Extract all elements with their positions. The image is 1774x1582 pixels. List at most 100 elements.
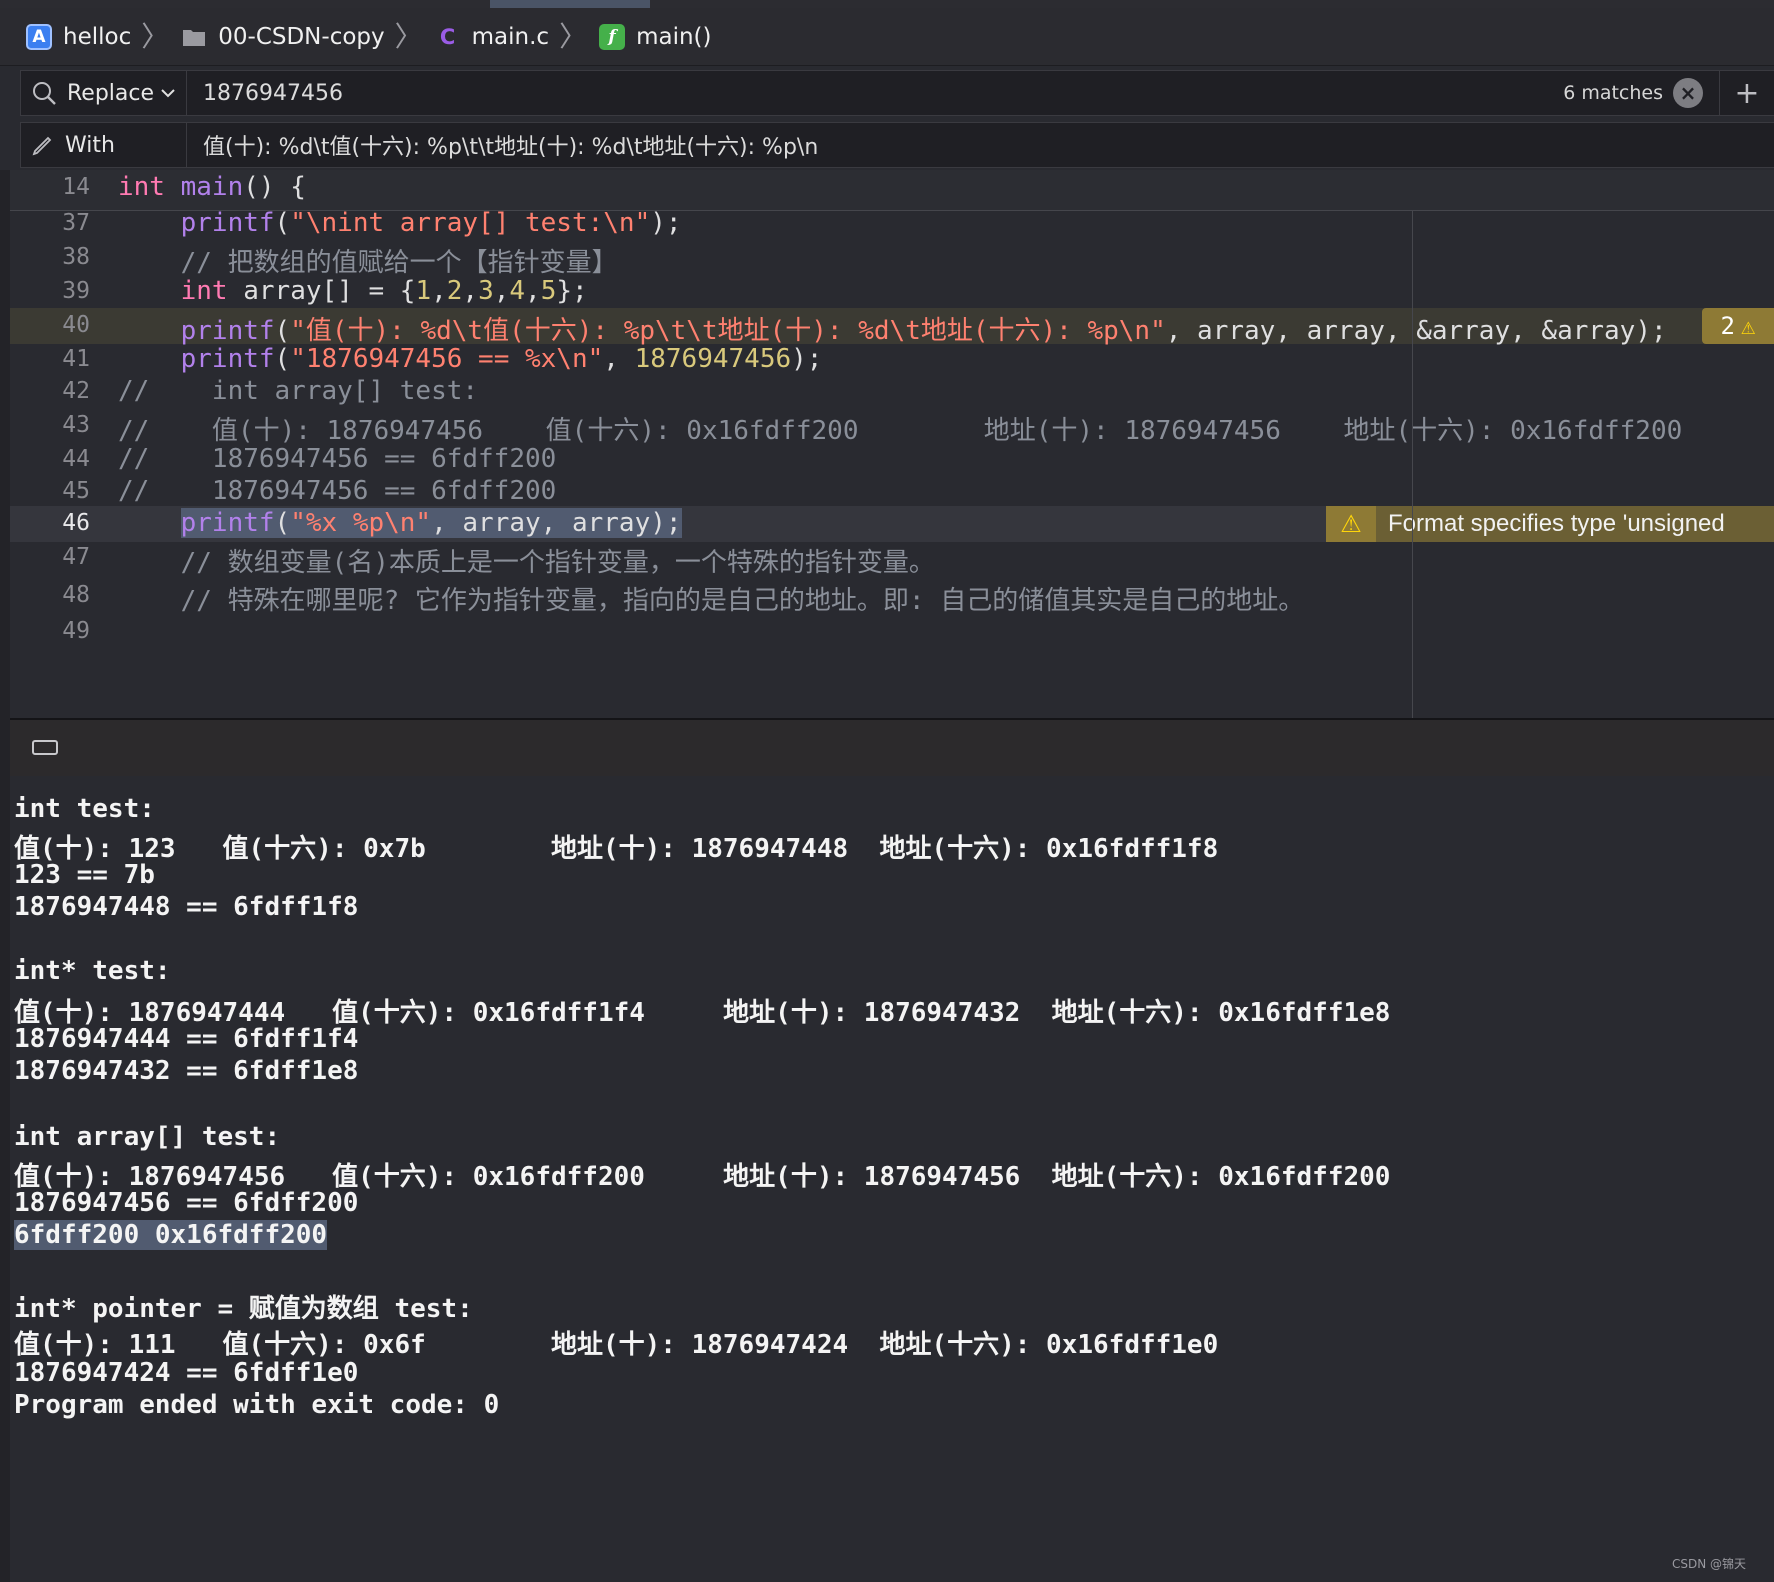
code-line[interactable]: 37 printf("\nint array[] test:\n"); [10, 206, 1774, 242]
console-line: 1876947444 == 6fdff1f4 [14, 1024, 359, 1054]
console-line: 6fdff200 0x16fdff200 [14, 1220, 328, 1250]
window-left-border [0, 170, 10, 1582]
code-line[interactable]: 48 // 特殊在哪里呢? 它作为指针变量，指向的是自己的地址。即: 自己的储值… [10, 578, 1774, 617]
code-number: 2 [446, 276, 463, 306]
line-number: 47 [62, 544, 90, 570]
code-line[interactable]: 39 int array[] = {1,2,3,4,5}; [10, 274, 1774, 310]
breadcrumb-item-project[interactable]: A helloc [26, 23, 131, 50]
console-line: 1876947448 == 6fdff1f8 [14, 892, 359, 922]
inline-warning[interactable]: ⚠ Format specifies type 'unsigned [1326, 506, 1774, 542]
breadcrumb-item-file[interactable]: C main.c [435, 24, 549, 50]
console-line: Program ended with exit code: 0 [14, 1390, 500, 1420]
code-text: printf("1876947456 == %x\n", 1876947456)… [118, 344, 823, 374]
code-function: printf [180, 508, 275, 538]
code-comment: // 1876947456 == 6fdff200 [118, 444, 557, 474]
code-string: "\nint array[] test:\n" [290, 208, 651, 238]
code-line[interactable]: 40 printf("值(十): %d\t值(十六): %p\t\t地址(十):… [10, 308, 1774, 346]
plus-icon: + [1734, 75, 1760, 111]
console-line: int test: [14, 794, 155, 824]
code-function: printf [180, 208, 275, 238]
code-line[interactable]: 38 // 把数组的值赋给一个【指针变量】 [10, 240, 1774, 278]
code-token: , [462, 276, 479, 306]
code-comment: // 1876947456 == 6fdff200 [118, 476, 557, 506]
code-token: array[] = { [227, 276, 416, 306]
code-text: int array[] = {1,2,3,4,5}; [118, 276, 588, 306]
console-line: 1876947456 == 6fdff200 [14, 1188, 359, 1218]
code-line[interactable]: 44 // 1876947456 == 6fdff200 [10, 442, 1774, 478]
code-number: 5 [540, 276, 557, 306]
find-mode-label: Replace [67, 80, 155, 106]
code-line[interactable]: 47 // 数组变量(名)本质上是一个指针变量，一个特殊的指针变量。 [10, 540, 1774, 578]
code-token: ( [274, 208, 291, 238]
sticky-scope-header[interactable]: 14 int main() { [10, 170, 1774, 211]
line-number: 38 [62, 244, 90, 270]
code-token: int [118, 172, 165, 202]
page-guide [1412, 210, 1413, 718]
watermark: CSDN @锦天 [1671, 1557, 1746, 1571]
app-project-icon: A [26, 23, 52, 50]
code-token: ( [274, 508, 291, 538]
breadcrumb-item-function[interactable]: f main() [599, 23, 712, 50]
code-token: ); [791, 344, 823, 374]
console-line: 123 == 7b [14, 860, 155, 890]
console-line: 值(十): 111 值(十六): 0x6f 地址(十): 1876947424 … [14, 1330, 1219, 1360]
code-line[interactable]: 43// 值(十): 1876947456 值(十六): 0x16fdff200… [10, 408, 1774, 446]
line-number: 14 [62, 174, 90, 200]
code-line[interactable]: 49 [10, 614, 1774, 650]
code-text: printf("%x %p\n", array, array); [118, 508, 682, 538]
replace-label: With [65, 132, 115, 158]
chevron-right-icon: 〉 [559, 19, 588, 53]
warning-icon: ⚠ [1326, 506, 1376, 542]
code-editor[interactable]: 14 int main() { 3637 printf("\nint array… [10, 170, 1774, 718]
selected-text: printf("%x %p\n", array, array); [180, 508, 682, 538]
breadcrumb-label: main.c [471, 23, 550, 50]
chevron-right-icon: 〉 [394, 19, 423, 53]
warning-icon: ⚠ [1741, 312, 1756, 340]
function-icon: f [599, 23, 626, 50]
code-text: printf("\nint array[] test:\n"); [118, 208, 682, 238]
code-line[interactable]: 41 printf("1876947456 == %x\n", 18769474… [10, 342, 1774, 378]
warning-message: Format specifies type 'unsigned [1388, 510, 1725, 537]
line-number: 40 [62, 312, 90, 338]
replace-label-area: With [21, 123, 187, 167]
code-number: 4 [509, 276, 526, 306]
code-string: "%x %p\n" [290, 508, 432, 538]
code-text: int main() { [118, 172, 306, 202]
add-search-button[interactable]: + [1719, 71, 1774, 115]
breadcrumb-item-folder[interactable]: 00-CSDN-copy [181, 24, 385, 50]
line-number: 49 [62, 618, 90, 644]
warning-count-badge[interactable]: 2 ⚠ [1702, 308, 1774, 344]
replace-input[interactable]: 值(十): %d\t值(十六): %p\t\t地址(十): %d\t地址(十六)… [187, 129, 1774, 161]
code-comment: // 数组变量(名)本质上是一个指针变量，一个特殊的指针变量。 [180, 548, 935, 578]
c-file-icon: C [439, 24, 456, 49]
code-text: // int array[] test: [118, 376, 478, 406]
code-function: printf [180, 344, 275, 374]
code-number: 3 [478, 276, 494, 306]
code-line[interactable]: 42 // int array[] test: [10, 374, 1774, 410]
active-tab-indicator[interactable] [490, 0, 650, 8]
code-line[interactable]: 45 // 1876947456 == 6fdff200 [10, 474, 1774, 510]
console-toggle-icon[interactable] [32, 740, 58, 755]
console-output[interactable]: int test: 值(十): 123 值(十六): 0x7b 地址(十): 18… [10, 776, 1774, 1582]
find-mode-selector[interactable]: Replace [21, 71, 187, 115]
clear-search-button[interactable]: × [1673, 78, 1703, 108]
folder-icon [181, 24, 207, 50]
chevron-right-icon: 〉 [141, 19, 170, 53]
line-number: 41 [62, 346, 90, 372]
code-text: // 1876947456 == 6fdff200 [118, 476, 556, 506]
code-line[interactable]: 46 printf("%x %p\n", array, array); ⚠ Form… [10, 506, 1774, 542]
line-number: 44 [62, 446, 90, 472]
console-line: 1876947432 == 6fdff1e8 [14, 1056, 359, 1086]
find-input[interactable]: 1876947456 [187, 81, 1563, 106]
breadcrumb: A helloc 〉 00-CSDN-copy 〉 C main.c 〉 f m… [0, 8, 1774, 66]
console-line: int* test: [14, 956, 171, 986]
window-top-edge [0, 0, 1774, 8]
code-text: // 特殊在哪里呢? 它作为指针变量，指向的是自己的地址。即: 自己的储值其实是… [118, 580, 1305, 617]
chevron-down-icon [161, 89, 175, 98]
match-count: 6 matches [1563, 82, 1663, 104]
line-number: 45 [62, 478, 90, 504]
